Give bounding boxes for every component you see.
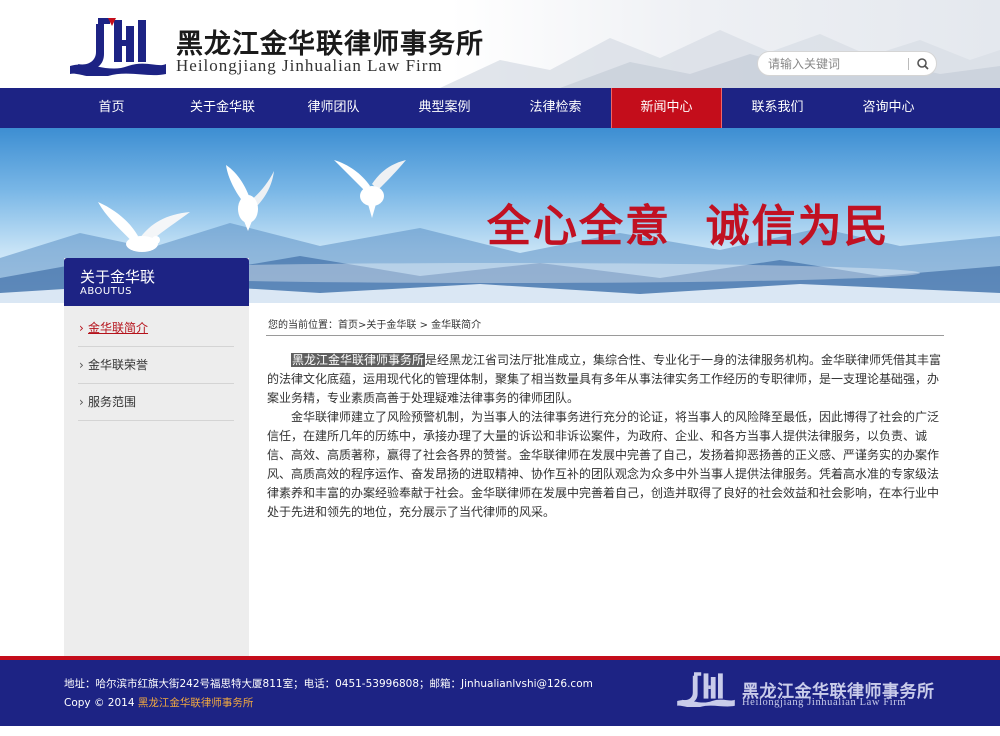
highlighted-firm-name: 黑龙江金华联律师事务所 [291,353,426,367]
footer-address: 地址：哈尔滨市红旗大街242号福思特大厦811室；电话：0451-5399680… [64,678,593,690]
firm-logo-icon [70,18,166,76]
page-bottom-margin [0,726,1000,736]
nav-item-about[interactable]: 关于金华联 [167,88,278,128]
nav-item-law-search[interactable]: 法律检索 [500,88,611,128]
sidebar-title-en: ABOUTUS [80,286,132,297]
breadcrumb-current: 金华联简介 [431,320,482,331]
search-icon [917,58,929,70]
banner-slogan: 全心全意 诚信为民 [487,201,890,252]
article-paragraph: 黑龙江金华联律师事务所是经黑龙江省司法厅批准成立，集综合性、专业化于一身的法律服… [267,351,947,408]
breadcrumb-about[interactable]: 关于金华联 [366,320,416,331]
breadcrumb: 您的当前位置：首页>关于金华联 > 金华联简介 [268,316,481,331]
article-body: 黑龙江金华联律师事务所是经黑龙江省司法厅批准成立，集综合性、专业化于一身的法律服… [267,351,947,522]
copyright-firm-link[interactable]: 黑龙江金华联律师事务所 [138,697,254,709]
nav-item-news[interactable]: 新闻中心 [611,88,722,128]
breadcrumb-divider [266,335,944,336]
sidebar-title: 关于金华联 ABOUTUS [64,258,249,306]
sidebar-menu: 金华联简介 金华联荣誉 服务范围 [78,310,234,421]
dove-icon [226,165,274,231]
footer-copyright: Copy © 2014 黑龙江金华联律师事务所 [64,695,253,710]
search-input[interactable] [768,55,904,72]
nav-item-home[interactable]: 首页 [56,88,167,128]
breadcrumb-prefix: 您的当前位置： [268,320,338,331]
nav-item-team[interactable]: 律师团队 [278,88,389,128]
article-paragraph: 金华联律师建立了风险预警机制，为当事人的法律事务进行充分的论证，将当事人的风险降… [267,410,940,519]
search-divider [908,58,909,70]
nav-item-contact[interactable]: 联系我们 [722,88,833,128]
nav-item-cases[interactable]: 典型案例 [389,88,500,128]
nav-item-consult[interactable]: 咨询中心 [833,88,944,128]
firm-logo-icon [677,672,735,707]
search-box [757,51,937,76]
dove-icon [334,160,406,218]
sidebar-item-intro[interactable]: 金华联简介 [78,310,234,347]
sidebar-item-services[interactable]: 服务范围 [78,384,234,421]
site-header: 黑龙江金华联律师事务所 Heilongjiang Jinhualian Law … [0,0,1000,88]
main-nav: 首页 关于金华联 律师团队 典型案例 法律检索 新闻中心 联系我们 咨询中心 [0,88,1000,128]
dove-icon [98,202,190,252]
sidebar-title-cn: 关于金华联 [80,268,156,286]
breadcrumb-home[interactable]: 首页 [338,320,358,331]
footer-brand-en: Heilongjiang Jinhualian Law Firm [742,697,907,708]
search-button[interactable] [913,55,933,73]
brand-name-en: Heilongjiang Jinhualian Law Firm [176,56,443,75]
breadcrumb-sep: > [416,320,432,331]
copyright-prefix: Copy © 2014 [64,697,138,709]
sidebar-item-honors[interactable]: 金华联荣誉 [78,347,234,384]
